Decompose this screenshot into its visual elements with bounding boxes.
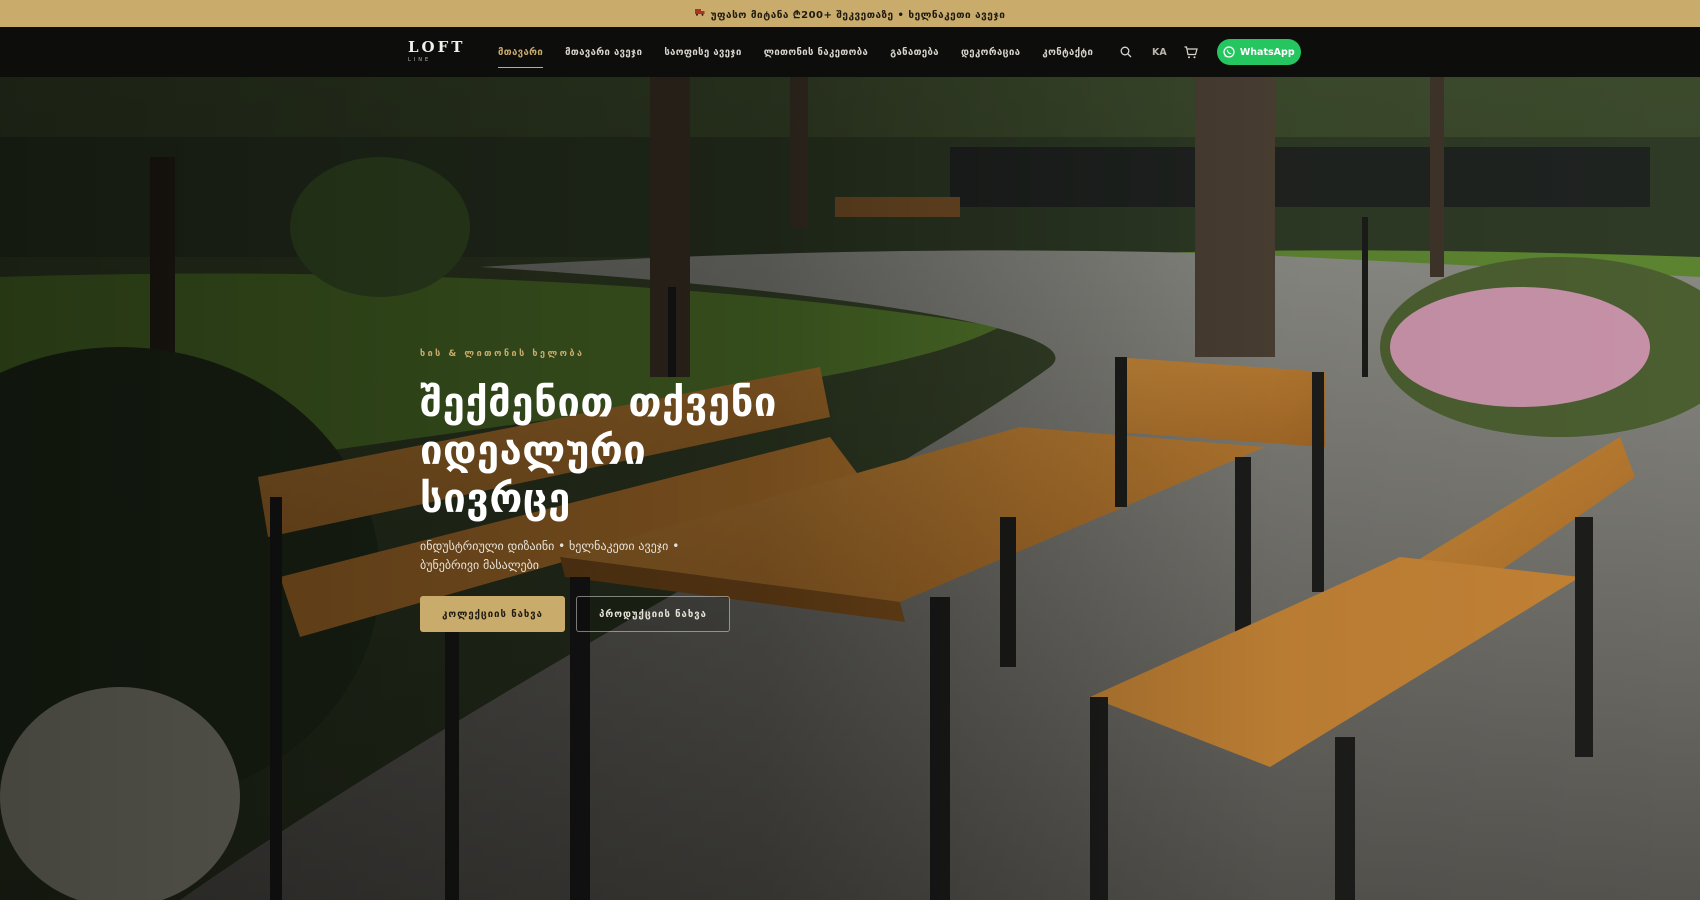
main-navigation: LOFT LINE მთავარი მთავარი ავეჯი საოფისე …	[0, 27, 1700, 77]
logo-sub: LINE	[408, 57, 432, 63]
nav-item-lighting[interactable]: განათება	[890, 41, 939, 64]
whatsapp-label: WhatsApp	[1239, 46, 1295, 58]
promo-text: უფასო მიტანა ₾200+ შეკვეთაზე • ხელნაკეთი…	[710, 9, 1006, 21]
hero-buttons: კოლექციის ნახვა პროდუქციის ნახვა	[420, 596, 940, 632]
nav-actions: KA WhatsApp	[1118, 27, 1301, 77]
hero-headline-line-1: შექმენით თქვენი	[420, 380, 777, 426]
nav-menu: მთავარი მთავარი ავეჯი საოფისე ავეჯი ლითო…	[498, 27, 1115, 77]
hero-headline: შექმენით თქვენი იდეალური სივრცე	[420, 379, 940, 523]
nav-item-decoration[interactable]: დეკორაცია	[961, 41, 1020, 64]
nav-item-main-furniture[interactable]: მთავარი ავეჯი	[565, 41, 642, 64]
nav-item-metalwork[interactable]: ლითონის ნაკეთობა	[764, 41, 868, 64]
hero-headline-line-2: იდეალური	[420, 428, 647, 474]
logo-main: LOFT	[408, 38, 466, 56]
search-icon[interactable]	[1118, 44, 1134, 60]
nav-item-contact[interactable]: კონტაქტი	[1042, 41, 1093, 64]
hero-kicker: ხის & ლითონის ხელობა	[420, 349, 585, 359]
hero-headline-line-3: სივრცე	[420, 476, 571, 522]
hero-section: ხის & ლითონის ხელობა შექმენით თქვენი იდე…	[0, 77, 1700, 900]
truck-icon	[694, 8, 705, 19]
logo[interactable]: LOFT LINE	[408, 38, 466, 64]
nav-item-home[interactable]: მთავარი	[498, 41, 544, 68]
hero-subline: ინდუსტრიული დიზაინი • ხელნაკეთი ავეჯი • …	[420, 539, 680, 572]
nav-item-office-furniture[interactable]: საოფისე ავეჯი	[664, 41, 741, 64]
whatsapp-button[interactable]: WhatsApp	[1216, 39, 1301, 65]
language-switch[interactable]: KA	[1152, 47, 1167, 58]
hero-content: ხის & ლითონის ხელობა შექმენით თქვენი იდე…	[420, 349, 940, 632]
whatsapp-icon	[1223, 46, 1235, 58]
view-products-button[interactable]: პროდუქციის ნახვა	[576, 596, 730, 632]
cart-icon[interactable]	[1183, 44, 1199, 60]
promo-bar: უფასო მიტანა ₾200+ შეკვეთაზე • ხელნაკეთი…	[0, 0, 1700, 27]
view-collection-button[interactable]: კოლექციის ნახვა	[420, 596, 565, 632]
